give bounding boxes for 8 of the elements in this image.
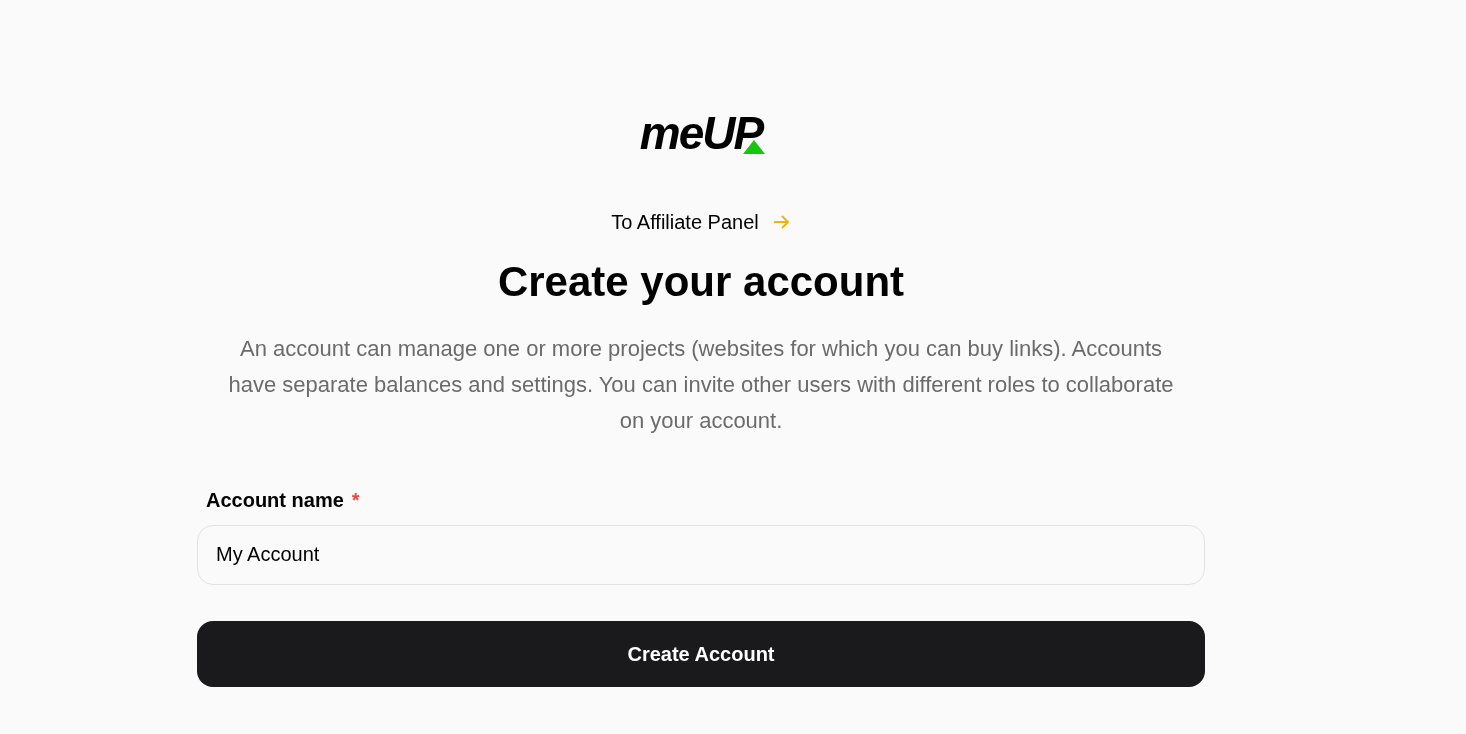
- affiliate-panel-link[interactable]: To Affiliate Panel: [611, 212, 791, 232]
- description: An account can manage one or more projects (websites for which you can buy links). Accounts have separate balances and settings. You can invite other users with different roles to collaborate on your account.: [227, 334, 1175, 435]
- account-name-input[interactable]: My Account: [197, 524, 1205, 585]
- create-account-button[interactable]: Create Account: [197, 620, 1205, 687]
- logo: meUP: [639, 110, 763, 156]
- page-heading: Create your account: [497, 257, 905, 307]
- required-mark: *: [351, 487, 360, 513]
- field-label: Account name: [206, 487, 344, 513]
